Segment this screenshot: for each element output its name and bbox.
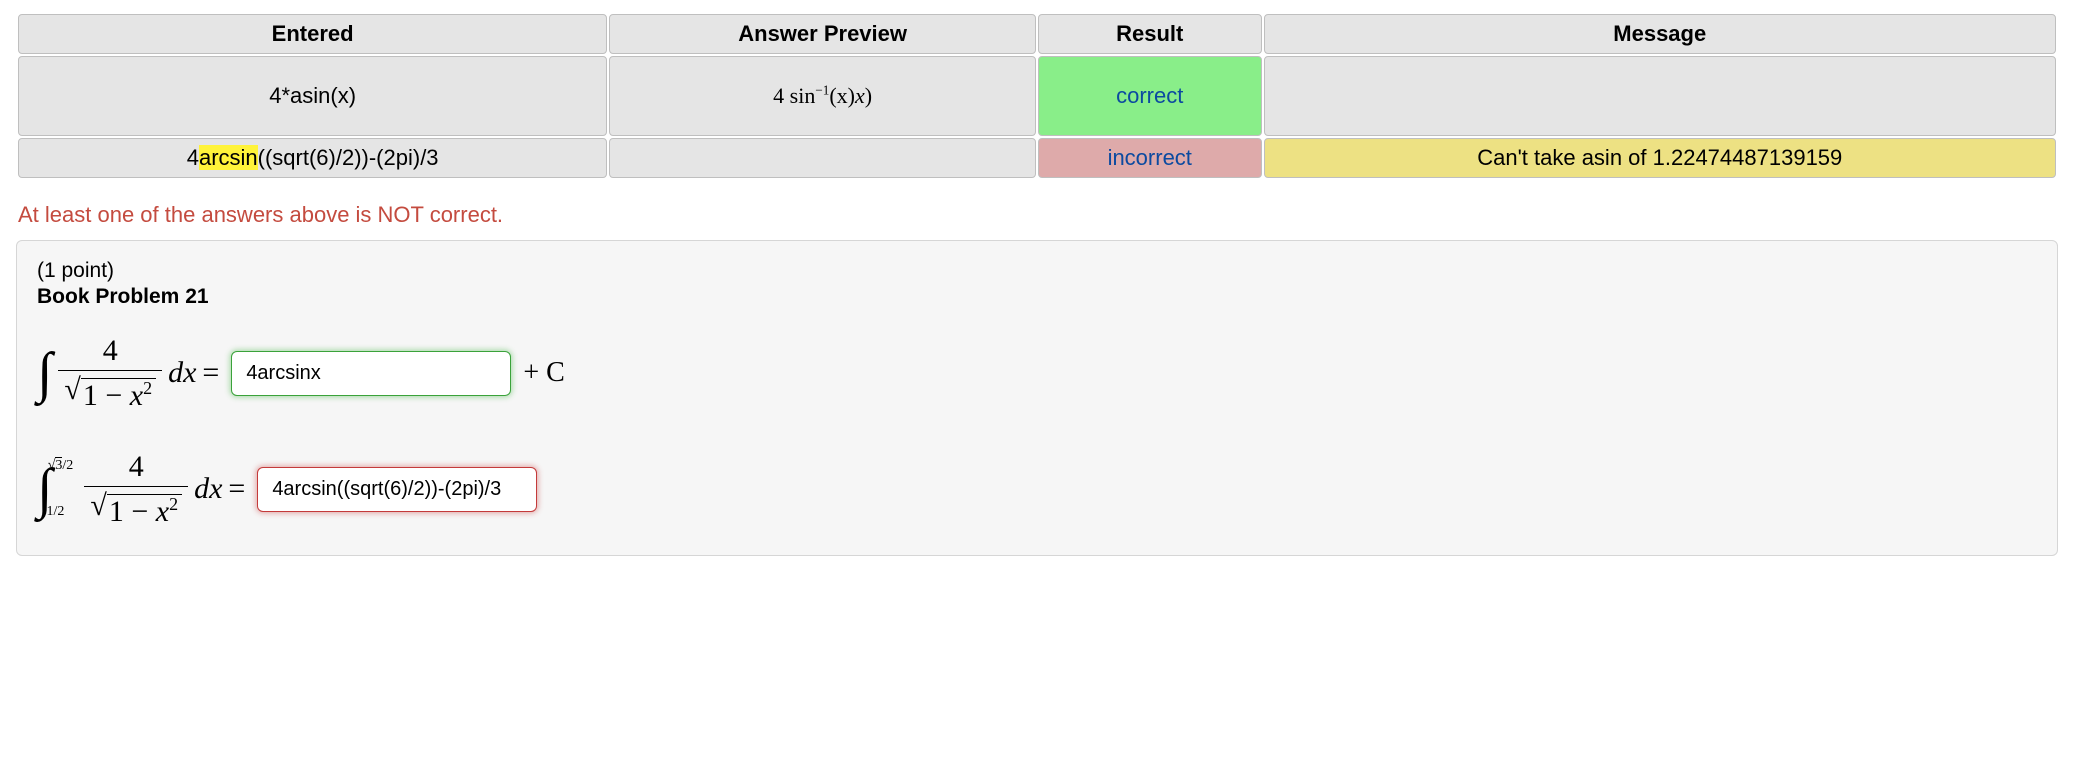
question-2: ∫ √3/2 1/2 4 √1 − x2 dx = 4arcsin((sqrt(… — [37, 451, 2037, 527]
cell-entered: 4arcsin((sqrt(6)/2))-(2pi)/3 — [18, 138, 607, 178]
integral-icon: ∫ — [37, 345, 52, 401]
problem-panel: (1 point) Book Problem 21 ∫ 4 √1 − x2 dx… — [16, 240, 2058, 556]
col-preview: Answer Preview — [609, 14, 1036, 54]
col-message: Message — [1264, 14, 2057, 54]
col-result: Result — [1038, 14, 1262, 54]
integral-icon: ∫ √3/2 1/2 — [37, 461, 52, 517]
col-entered: Entered — [18, 14, 607, 54]
cell-result: correct — [1038, 56, 1262, 136]
question-1: ∫ 4 √1 − x2 dx = 4arcsinx + C — [37, 335, 2037, 411]
cell-entered: 4*asin(x) — [18, 56, 607, 136]
results-table: Entered Answer Preview Result Message 4*… — [16, 12, 2058, 180]
table-row: 4*asin(x) 4 sin−1(x)x) correct — [18, 56, 2056, 136]
cell-message: Can't take asin of 1.22474487139159 — [1264, 138, 2057, 178]
answer-input-1[interactable]: 4arcsinx — [231, 351, 511, 396]
cell-result: incorrect — [1038, 138, 1262, 178]
plus-c: + C — [523, 357, 564, 389]
table-row: 4arcsin((sqrt(6)/2))-(2pi)/3 incorrect C… — [18, 138, 2056, 178]
cell-preview — [609, 138, 1036, 178]
cell-message — [1264, 56, 2057, 136]
answer-input-2[interactable]: 4arcsin((sqrt(6)/2))-(2pi)/3 — [257, 467, 537, 512]
points-label: (1 point) — [37, 259, 2037, 283]
status-message: At least one of the answers above is NOT… — [18, 202, 2058, 228]
problem-title: Book Problem 21 — [37, 285, 2037, 309]
cell-preview: 4 sin−1(x)x) — [609, 56, 1036, 136]
